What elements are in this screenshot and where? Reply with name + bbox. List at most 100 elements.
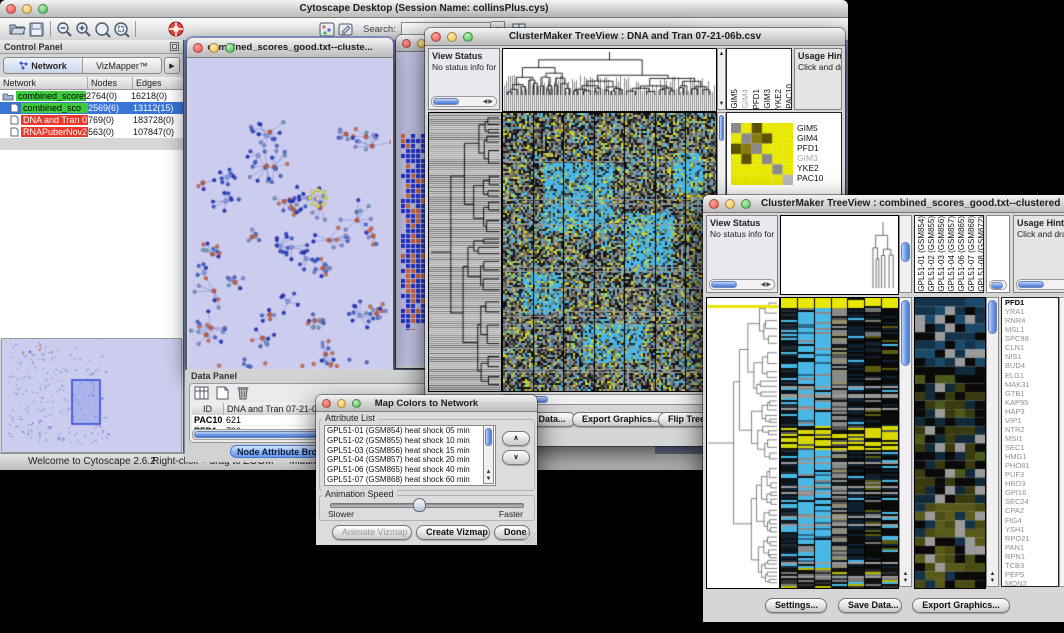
mini-scrollbar[interactable] (989, 280, 1007, 290)
save-icon[interactable] (27, 20, 46, 39)
gene-label[interactable]: SPC98 (1005, 334, 1058, 343)
gene-label[interactable]: RPN1 (1005, 552, 1058, 561)
gene-label[interactable]: YRA1 (1005, 307, 1058, 316)
tv2-column-dendrogram[interactable] (780, 215, 899, 295)
tv1-heatmap[interactable] (502, 112, 717, 392)
gene-label[interactable]: MSI1 (1005, 434, 1058, 443)
tv2-labels-vscroll[interactable] (899, 215, 912, 293)
float-panel-icon[interactable] (170, 38, 183, 56)
gene-label[interactable]: VIP1 (1005, 416, 1058, 425)
create-vizmap-button[interactable]: Create Vizmap (416, 525, 490, 540)
tv2-save-data-button[interactable]: Save Data... (838, 598, 902, 613)
zoom-in-icon[interactable] (74, 20, 93, 39)
network-list-row[interactable]: combined_scores2764(0)16218(0) (0, 90, 183, 102)
gene-label[interactable]: GIM5 (797, 123, 823, 133)
node-attribute-browser-button[interactable]: Node Attribute Browser (230, 445, 330, 458)
tv1-row-dendrogram[interactable] (428, 112, 502, 392)
tv2-heat-vscroll[interactable]: ▲▼ (899, 297, 912, 587)
network-list-row[interactable]: combined_sco2569(6)13112(15) (0, 102, 183, 114)
vscroll-thumb[interactable] (719, 115, 724, 141)
close-icon[interactable] (431, 32, 441, 42)
vscroll-thumb[interactable] (988, 300, 997, 334)
gene-label[interactable]: CPA2 (1005, 506, 1058, 515)
tv1-mini-vscroll[interactable]: ▲▼ (717, 48, 726, 110)
gene-label[interactable]: GTB1 (1005, 389, 1058, 398)
network-list-row[interactable]: RNAPuberNov2+563(0)107847(0) (0, 126, 183, 138)
zoom-selected-icon[interactable] (93, 20, 112, 39)
tv2-row-dendrogram[interactable] (706, 297, 780, 589)
network-list-row[interactable]: DNA and Tran 07769(0)183728(0) (0, 114, 183, 126)
tv2-heatmap[interactable] (780, 297, 899, 589)
column-header-network[interactable]: Network (0, 77, 88, 89)
gene-label[interactable]: NTR2 (1005, 425, 1058, 434)
gene-label[interactable]: PFD1 (797, 143, 823, 153)
attribute-list-item[interactable]: GPL51-02 (GSM855) heat shock 10 min (325, 436, 495, 446)
delete-attribute-icon[interactable] (236, 385, 250, 405)
main-titlebar[interactable]: Cytoscape Desktop (Session Name: collins… (0, 0, 848, 18)
zoom-fit-icon[interactable] (112, 20, 131, 39)
animate-vizmap-button[interactable]: Animate Vizmap (332, 525, 412, 540)
tv1-similarity-matrix[interactable] (731, 123, 793, 185)
minimize-icon[interactable] (209, 43, 219, 53)
attribute-list[interactable]: GPL51-01 (GSM854) heat shock 05 minGPL51… (324, 425, 496, 486)
zoom-window-icon[interactable] (225, 43, 235, 53)
minimize-icon[interactable] (22, 4, 32, 14)
gene-label[interactable]: FIG4 (1005, 516, 1058, 525)
zoom-window-icon[interactable] (352, 399, 361, 408)
gene-label[interactable]: PUF3 (1005, 470, 1058, 479)
attribute-list-item[interactable]: GPL51-01 (GSM854) heat shock 05 min (325, 426, 495, 436)
gene-label[interactable]: GIM3 (797, 153, 823, 163)
gene-label[interactable]: NIS1 (1005, 352, 1058, 361)
more-tabs-icon[interactable]: ▶ (164, 57, 180, 74)
move-down-button[interactable]: ∨ (502, 450, 530, 465)
gene-label[interactable]: PFD1 (1005, 298, 1058, 307)
attr-list-vscroll[interactable]: ▲▼ (483, 425, 494, 484)
tab-network[interactable]: Network (4, 58, 83, 73)
attribute-list-item[interactable]: GPL51-04 (GSM857) heat shock 20 min (325, 455, 495, 465)
attribute-list-item[interactable]: GPL51-06 (GSM865) heat shock 40 min (325, 465, 495, 475)
gene-label[interactable]: RPO21 (1005, 534, 1058, 543)
gene-label[interactable]: PHO81 (1005, 461, 1058, 470)
tab-vizmapper[interactable]: VizMapper™ (83, 58, 161, 73)
gene-label[interactable]: PEP5 (1005, 570, 1058, 579)
zoom-window-icon[interactable] (463, 32, 473, 42)
gene-label[interactable]: HMG1 (1005, 452, 1058, 461)
attribute-list-item[interactable]: GPL51-07 (GSM868) heat shock 60 min (325, 475, 495, 485)
close-icon[interactable] (402, 39, 411, 48)
help-lifering-icon[interactable] (166, 20, 185, 39)
speed-slider-thumb[interactable] (413, 498, 426, 512)
vscroll-thumb[interactable] (485, 428, 492, 446)
tv2-titlebar[interactable]: ClusterMaker TreeView : combined_scores_… (703, 195, 1064, 213)
network1-titlebar[interactable]: combined_scores_good.txt--cluste... (187, 38, 393, 58)
zoom-window-icon[interactable] (38, 4, 48, 14)
open-folder-icon[interactable] (8, 20, 27, 39)
gene-label[interactable]: YSH1 (1005, 525, 1058, 534)
network1-canvas[interactable] (189, 58, 391, 369)
tv2-zoom-vscroll[interactable]: ▲▼ (986, 297, 999, 587)
zoom-out-icon[interactable] (55, 20, 74, 39)
gene-label[interactable]: HAP3 (1005, 407, 1058, 416)
gene-label[interactable]: SEC24 (1005, 497, 1058, 506)
close-icon[interactable] (709, 199, 719, 209)
resize-grip[interactable] (524, 532, 536, 544)
gene-label[interactable]: CLN1 (1005, 343, 1058, 352)
minimize-icon[interactable] (447, 32, 457, 42)
vscroll-thumb[interactable] (901, 242, 910, 262)
mini-scrollbar[interactable]: ◀▶ (431, 96, 497, 107)
gene-label[interactable]: PAN1 (1005, 543, 1058, 552)
gene-label[interactable]: GIM4 (797, 133, 823, 143)
overview-canvas[interactable] (2, 339, 181, 448)
tv2-zoomed-heatmap[interactable] (914, 297, 986, 589)
dialog-titlebar[interactable]: Map Colors to Network (316, 395, 537, 412)
birdseye-overview[interactable] (1, 338, 182, 453)
close-icon[interactable] (193, 43, 203, 53)
tv2-settings-button[interactable]: Settings... (765, 598, 827, 613)
minimize-icon[interactable] (725, 199, 735, 209)
minimize-icon[interactable] (337, 399, 346, 408)
column-header-id[interactable]: ID (192, 403, 224, 415)
tv1-column-dendrogram[interactable] (502, 48, 717, 112)
gene-label[interactable]: SEC1 (1005, 443, 1058, 452)
tv1-titlebar[interactable]: ClusterMaker TreeView : DNA and Tran 07-… (425, 28, 845, 46)
gene-label[interactable]: MSL1 (1005, 325, 1058, 334)
gene-label[interactable]: KAP95 (1005, 398, 1058, 407)
